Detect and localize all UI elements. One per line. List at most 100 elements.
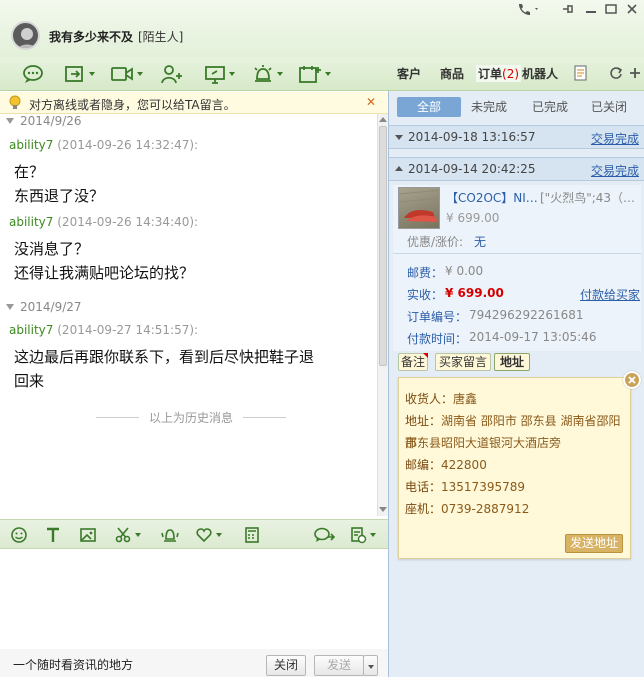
history-record-button[interactable]	[349, 526, 376, 544]
news-hint-link[interactable]: 一个随时看资讯的地方	[13, 656, 133, 673]
sender-name[interactable]: ability7	[9, 138, 53, 152]
buyer-message-button[interactable]: 买家留言	[435, 353, 491, 371]
schedule-button[interactable]	[298, 63, 331, 85]
notice-text: 对方离线或者隐身，您可以给TA留言。	[29, 98, 236, 112]
product-thumbnail[interactable]	[398, 187, 440, 229]
send-options-button[interactable]	[363, 655, 378, 676]
tab-order[interactable]: 订单(2)	[476, 65, 522, 82]
chat-toolbar	[0, 57, 388, 91]
address-button[interactable]: 地址	[494, 353, 530, 371]
expand-icon[interactable]	[395, 135, 403, 140]
chevron-down-icon	[325, 72, 331, 76]
filter-complete[interactable]: 已完成	[526, 97, 574, 117]
shake-icon[interactable]	[160, 526, 180, 544]
pin-icon[interactable]	[560, 2, 578, 16]
chevron-down-icon	[89, 72, 95, 76]
order-header[interactable]: 2014-09-18 13:16:57 交易完成	[389, 125, 644, 149]
order-panel: 全部 未完成 已完成 已关闭 2014-09-18 13:16:57 交易完成 …	[388, 91, 644, 677]
address-line2: 邵东县昭阳大道银河大酒店旁	[405, 436, 562, 450]
contact-tag: [陌生人]	[138, 30, 184, 44]
video-call-button[interactable]	[110, 63, 143, 85]
font-icon[interactable]	[44, 526, 62, 544]
flag-corner-icon	[423, 353, 428, 358]
message-line: 回来	[14, 372, 45, 390]
shipping-label: 邮费：	[407, 266, 444, 280]
maximize-icon[interactable]	[603, 2, 621, 16]
chat-bubble-icon[interactable]	[22, 63, 44, 85]
send-address-button[interactable]: 发送地址	[565, 534, 623, 553]
receiver-row: 收货人：唐鑫	[405, 388, 477, 410]
order-no: 794296292261681	[469, 308, 584, 322]
plugin-tabs: 客户 商品 订单(2) 机器人	[388, 57, 644, 91]
collapse-triangle-icon[interactable]	[6, 118, 14, 124]
message-time: (2014-09-27 14:51:57):	[57, 323, 199, 337]
message-list[interactable]: 2014/9/26 ability7 (2014-09-26 14:32:47)…	[0, 114, 377, 516]
quick-reply-icon[interactable]	[313, 526, 335, 544]
add-contact-button[interactable]	[160, 63, 184, 85]
offline-notice: 对方离线或者隐身，您可以给TA留言。 ✕	[0, 92, 388, 114]
filter-all[interactable]: 全部	[397, 97, 461, 117]
transfer-file-button[interactable]	[64, 63, 95, 85]
add-tab-icon[interactable]	[628, 66, 642, 80]
tab-robot[interactable]: 机器人	[522, 65, 558, 82]
compose-toolbar	[0, 519, 388, 549]
refresh-icon[interactable]	[609, 66, 623, 80]
calculator-icon[interactable]	[243, 526, 261, 544]
date-label: 2014/9/26	[20, 114, 82, 128]
chat-scrollbar[interactable]	[377, 114, 388, 516]
chevron-down-icon	[367, 665, 374, 669]
message-header: ability7 (2014-09-26 14:32:47):	[9, 138, 198, 152]
order-no-label: 订单编号：	[407, 310, 468, 324]
chat-header: 我有多少来不及 [陌生人]	[0, 0, 644, 57]
discount-value: 无	[474, 235, 487, 249]
close-popup-icon[interactable]	[623, 371, 641, 389]
close-notice-icon[interactable]: ✕	[366, 95, 376, 109]
scroll-thumb[interactable]	[379, 126, 387, 366]
minimize-icon[interactable]	[583, 2, 601, 16]
address-popup: 收货人：唐鑫 地址：湖南省 邵阳市 邵东县 湖南省邵阳市 邵东县昭阳大道银河大酒…	[398, 371, 641, 559]
paid-label: 实收：	[407, 288, 444, 302]
order-status-link[interactable]: 交易完成	[591, 162, 639, 179]
order-status-link[interactable]: 交易完成	[591, 130, 639, 147]
chevron-down-icon	[229, 72, 235, 76]
image-icon[interactable]	[79, 526, 97, 544]
date-separator: 2014/9/27	[6, 300, 82, 314]
date-separator: 2014/9/26	[6, 114, 82, 128]
scroll-up-icon[interactable]	[379, 117, 387, 122]
tel-value: 0739-2887912	[441, 502, 530, 516]
paid-value: ¥ 699.00	[445, 286, 504, 300]
pay-buyer-link[interactable]: 付款给买家	[580, 286, 640, 303]
filter-incomplete[interactable]: 未完成	[465, 97, 513, 117]
message-input[interactable]	[0, 549, 388, 649]
tab-product[interactable]: 商品	[440, 65, 464, 82]
chevron-down-icon	[277, 72, 283, 76]
emoji-icon[interactable]	[10, 526, 28, 544]
favorite-button[interactable]	[195, 526, 222, 544]
zip-row: 邮编：422800	[405, 454, 487, 476]
send-button[interactable]: 发送	[314, 655, 364, 676]
close-window-icon[interactable]	[624, 2, 642, 16]
notes-icon[interactable]	[573, 65, 589, 81]
chevron-down-icon	[216, 533, 222, 537]
screen-share-button[interactable]	[204, 63, 235, 85]
lightbulb-icon	[9, 95, 21, 110]
tel-label: 座机：	[405, 502, 442, 516]
sender-name[interactable]: ability7	[9, 215, 53, 229]
order-datetime: 2014-09-14 20:42:25	[408, 162, 536, 176]
close-button[interactable]: 关闭	[266, 655, 306, 676]
order-header[interactable]: 2014-09-14 20:42:25 交易完成	[389, 157, 644, 181]
contact-avatar[interactable]	[11, 21, 40, 50]
phone-icon[interactable]	[516, 2, 544, 16]
alert-button[interactable]	[252, 63, 283, 85]
phone-label: 电话：	[405, 480, 442, 494]
receiver-name: 唐鑫	[453, 392, 478, 406]
collapse-icon[interactable]	[395, 166, 403, 171]
scroll-down-icon[interactable]	[379, 507, 387, 512]
collapse-triangle-icon[interactable]	[6, 304, 14, 310]
contact-name[interactable]: 我有多少来不及	[49, 28, 133, 45]
product-title-link[interactable]: 【CO2OC】NI…	[446, 189, 538, 206]
sender-name[interactable]: ability7	[9, 323, 53, 337]
tab-customer[interactable]: 客户	[397, 65, 421, 82]
screenshot-button[interactable]	[114, 526, 141, 544]
filter-closed[interactable]: 已关闭	[585, 97, 633, 117]
